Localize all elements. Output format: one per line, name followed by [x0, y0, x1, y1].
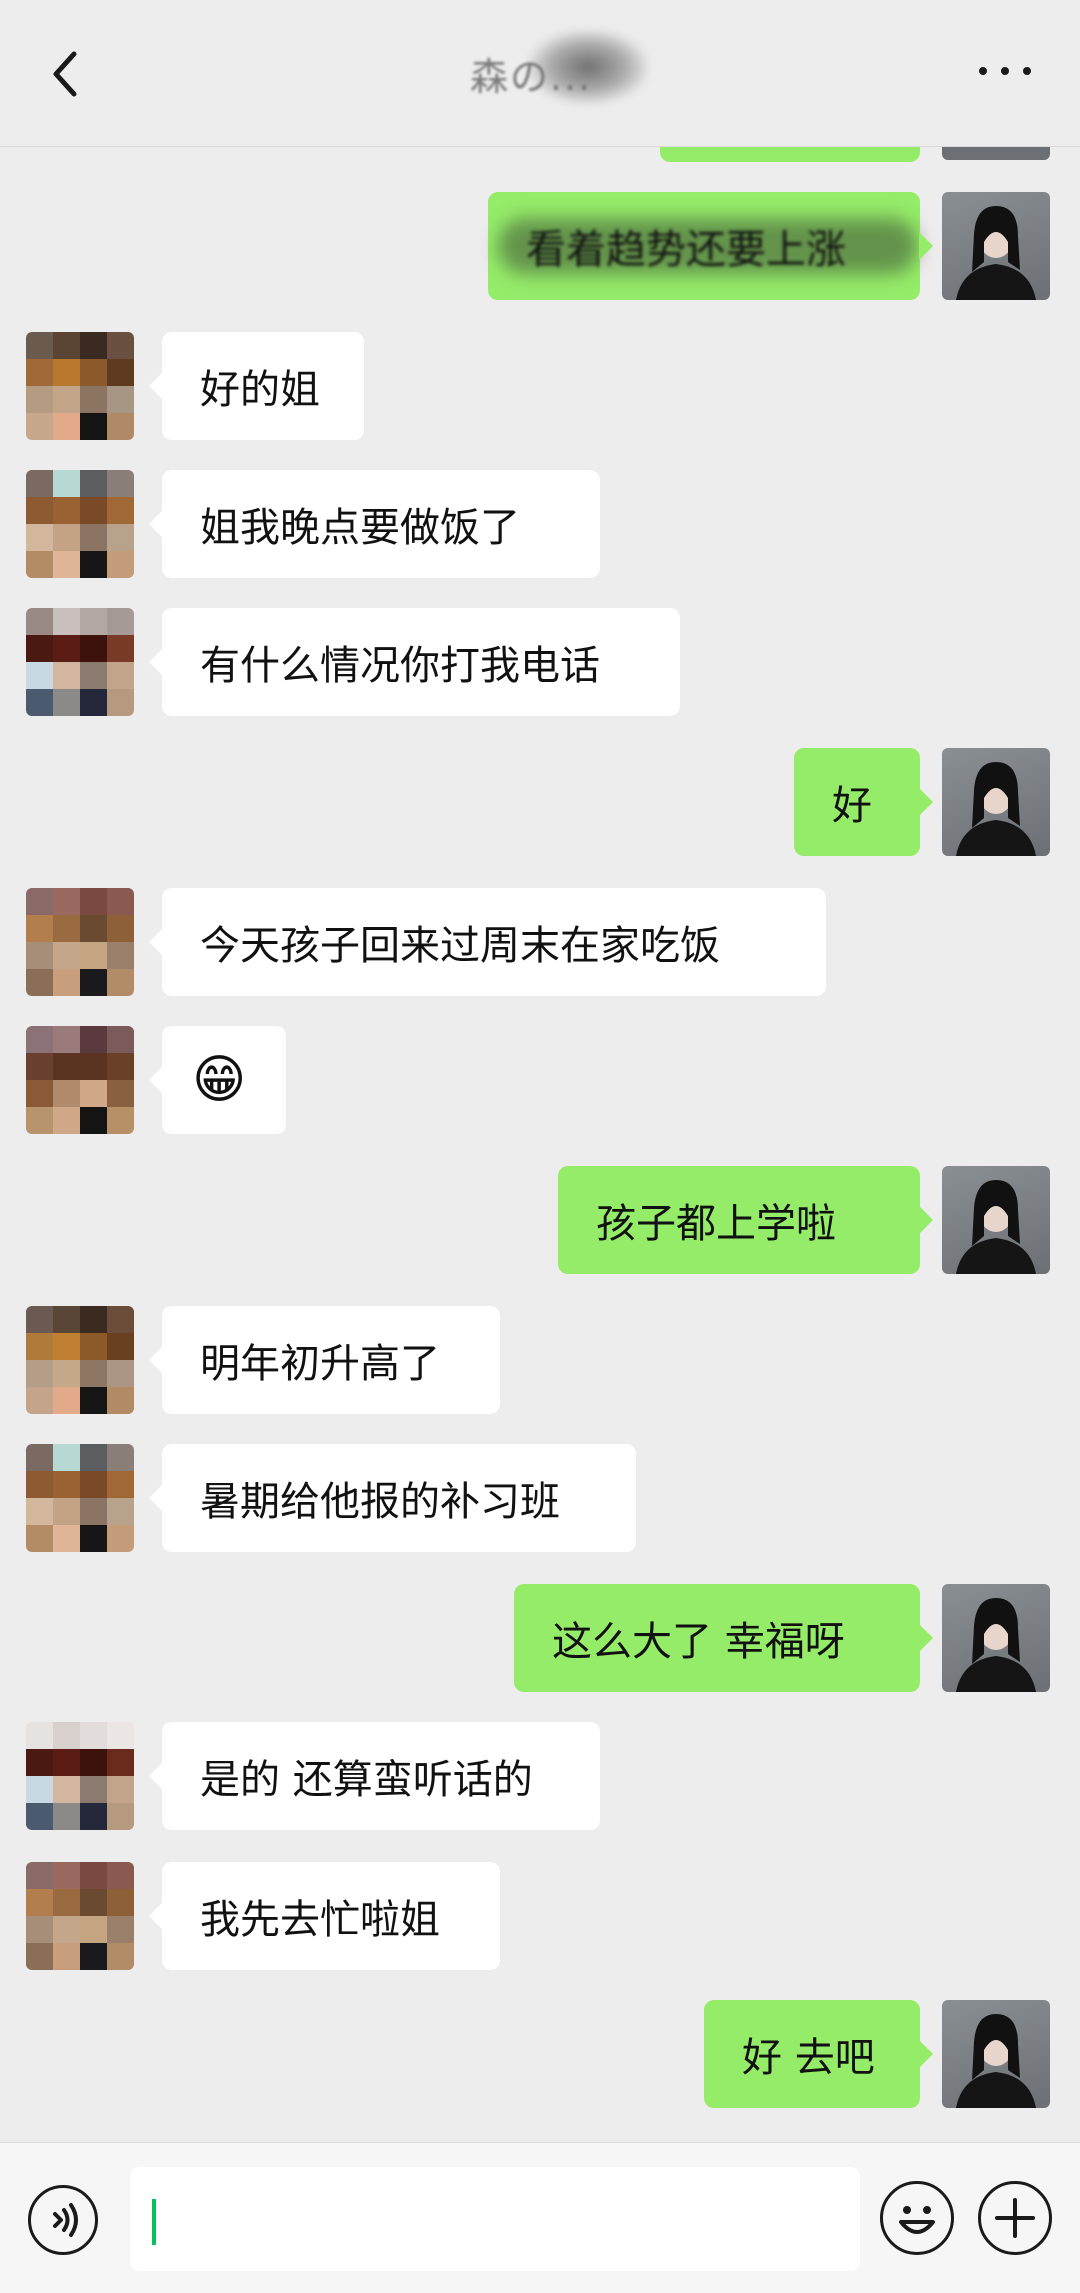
message-text: 姐我晚点要做饭了 — [200, 505, 520, 551]
input-bar — [0, 2142, 1080, 2293]
chat-header: 森の... — [0, 0, 1080, 147]
incoming-bubble[interactable]: 今天孩子回来过周末在家吃饭 — [149, 888, 826, 996]
emoji-icon[interactable] — [880, 2181, 954, 2255]
message-text: 明年初升高了 — [200, 1341, 440, 1387]
incoming-bubble[interactable]: 明年初升高了 — [149, 1306, 500, 1414]
incoming-bubble[interactable]: 暑期给他报的补习班 — [149, 1444, 636, 1552]
incoming-bubble[interactable]: 好的姐 — [149, 332, 364, 440]
my-avatar[interactable] — [942, 192, 1050, 300]
incoming-bubble[interactable]: 😁 — [149, 1026, 286, 1134]
message-text: 好 — [832, 783, 872, 829]
contact-avatar[interactable] — [26, 608, 134, 716]
contact-avatar[interactable] — [26, 1306, 134, 1414]
incoming-bubble[interactable]: 我先去忙啦姐 — [149, 1862, 500, 1970]
message-text: 暑期给他报的补习班 — [200, 1479, 560, 1525]
contact-avatar[interactable] — [26, 470, 134, 578]
contact-avatar[interactable] — [26, 1444, 134, 1552]
outgoing-bubble[interactable]: 好 — [794, 748, 933, 856]
partial-outgoing-bubble — [660, 146, 920, 162]
outgoing-bubble[interactable]: 孩子都上学啦 — [558, 1166, 933, 1274]
incoming-bubble[interactable]: 是的 还算蛮听话的 — [149, 1722, 600, 1830]
outgoing-bubble[interactable]: 好 去吧 — [704, 2000, 933, 2108]
incoming-bubble[interactable]: 有什么情况你打我电话 — [149, 608, 680, 716]
my-avatar[interactable] — [942, 1166, 1050, 1274]
outgoing-bubble[interactable]: 看着趋势还要上涨 — [488, 192, 933, 300]
message-text: 是的 还算蛮听话的 — [200, 1757, 533, 1803]
contact-avatar[interactable] — [26, 1026, 134, 1134]
partial-avatar — [942, 146, 1050, 160]
message-text: 好的姐 — [200, 367, 320, 413]
more-dots-icon[interactable] — [975, 58, 1035, 82]
message-text: 这么大了 幸福呀 — [552, 1619, 845, 1665]
message-text: 有什么情况你打我电话 — [200, 643, 600, 689]
contact-avatar[interactable] — [26, 888, 134, 996]
message-text: 看着趋势还要上涨 — [526, 227, 846, 273]
text-caret — [152, 2199, 156, 2245]
grin-emoji: 😁 — [192, 1050, 247, 1110]
chevron-left-icon[interactable] — [44, 46, 92, 102]
my-avatar[interactable] — [942, 748, 1050, 856]
contact-avatar[interactable] — [26, 332, 134, 440]
message-input[interactable] — [130, 2167, 860, 2271]
message-text: 今天孩子回来过周末在家吃饭 — [200, 923, 720, 969]
my-avatar[interactable] — [942, 2000, 1050, 2108]
plus-icon[interactable] — [978, 2181, 1052, 2255]
title-redaction — [528, 30, 648, 104]
message-text: 孩子都上学啦 — [596, 1201, 836, 1247]
my-avatar[interactable] — [942, 1584, 1050, 1692]
chat-title-area: 森の... — [470, 26, 660, 108]
voice-icon[interactable] — [28, 2185, 98, 2255]
contact-avatar[interactable] — [26, 1862, 134, 1970]
incoming-bubble[interactable]: 姐我晚点要做饭了 — [149, 470, 600, 578]
message-text: 好 去吧 — [742, 2035, 875, 2081]
message-text: 我先去忙啦姐 — [200, 1897, 440, 1943]
outgoing-bubble[interactable]: 这么大了 幸福呀 — [514, 1584, 933, 1692]
contact-avatar[interactable] — [26, 1722, 134, 1830]
